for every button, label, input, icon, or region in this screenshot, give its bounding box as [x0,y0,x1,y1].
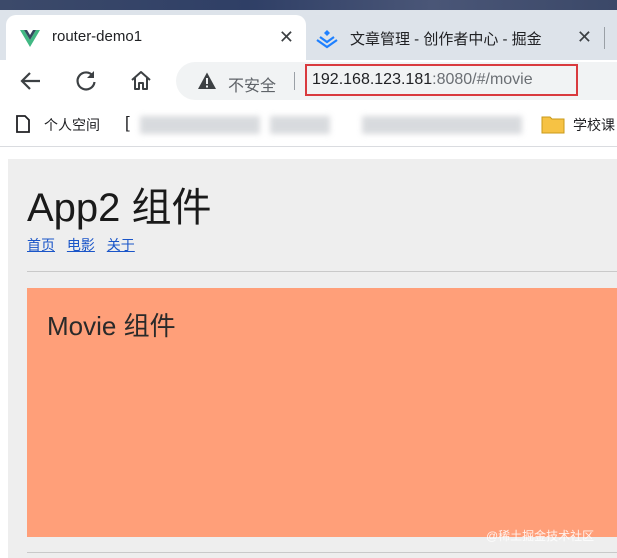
nav-link-movie[interactable]: 电影 [67,237,95,253]
home-button[interactable] [127,67,155,95]
blurred-bookmark[interactable] [270,116,330,134]
movie-component: Movie 组件 [27,288,617,537]
tab-divider [604,27,605,49]
bookmark-folder-school[interactable]: 学校课 [573,115,615,135]
url-host: 192.168.123.181 [312,71,433,88]
tab-title: router-demo1 [52,28,143,45]
blurred-bookmark[interactable] [140,116,260,134]
blurred-bookmark[interactable] [362,116,522,134]
bookmarks-bar: 个人空间 [ 学校课 [0,102,617,147]
url-path: :8080/#/movie [432,71,533,88]
bookmark-partial[interactable]: [ [125,113,130,133]
warning-icon [198,72,216,89]
folder-icon [541,116,565,134]
tab-strip: router-demo1 ✕ 文章管理 - 创作者中心 - 掘金 ✕ [0,0,617,60]
back-button[interactable] [17,67,45,95]
bookmark-page-icon [16,115,30,133]
omnibox-divider [294,72,295,90]
app-title: App2 组件 [27,186,212,230]
vue-icon [20,30,40,47]
tab-router-demo1[interactable]: router-demo1 ✕ [6,15,306,60]
nav-link-about[interactable]: 关于 [107,237,135,253]
home-icon [131,71,151,90]
tab-juejin[interactable]: 文章管理 - 创作者中心 - 掘金 ✕ [306,15,604,60]
back-arrow-icon [20,72,40,90]
divider [27,552,617,553]
reload-icon [76,71,96,91]
nav-link-home[interactable]: 首页 [27,237,55,253]
window-frame [0,0,617,10]
divider [27,271,617,272]
security-status[interactable]: 不安全 [228,72,276,96]
movie-title: Movie 组件 [47,311,176,341]
bookmark-personal-space[interactable]: 个人空间 [44,115,100,135]
router-nav: 首页 电影 关于 [27,235,143,255]
watermark: @稀土掘金技术社区 [486,529,595,543]
page-viewport: App2 组件 首页 电影 关于 Movie 组件 [0,147,617,558]
app-container: App2 组件 首页 电影 关于 Movie 组件 [8,159,617,558]
url-text[interactable]: 192.168.123.181:8080/#/movie [312,71,533,89]
tab-title: 文章管理 - 创作者中心 - 掘金 [350,31,542,48]
close-tab-icon[interactable]: ✕ [279,26,294,48]
close-tab-icon[interactable]: ✕ [577,26,592,48]
juejin-icon [316,30,338,49]
reload-button[interactable] [72,67,100,95]
